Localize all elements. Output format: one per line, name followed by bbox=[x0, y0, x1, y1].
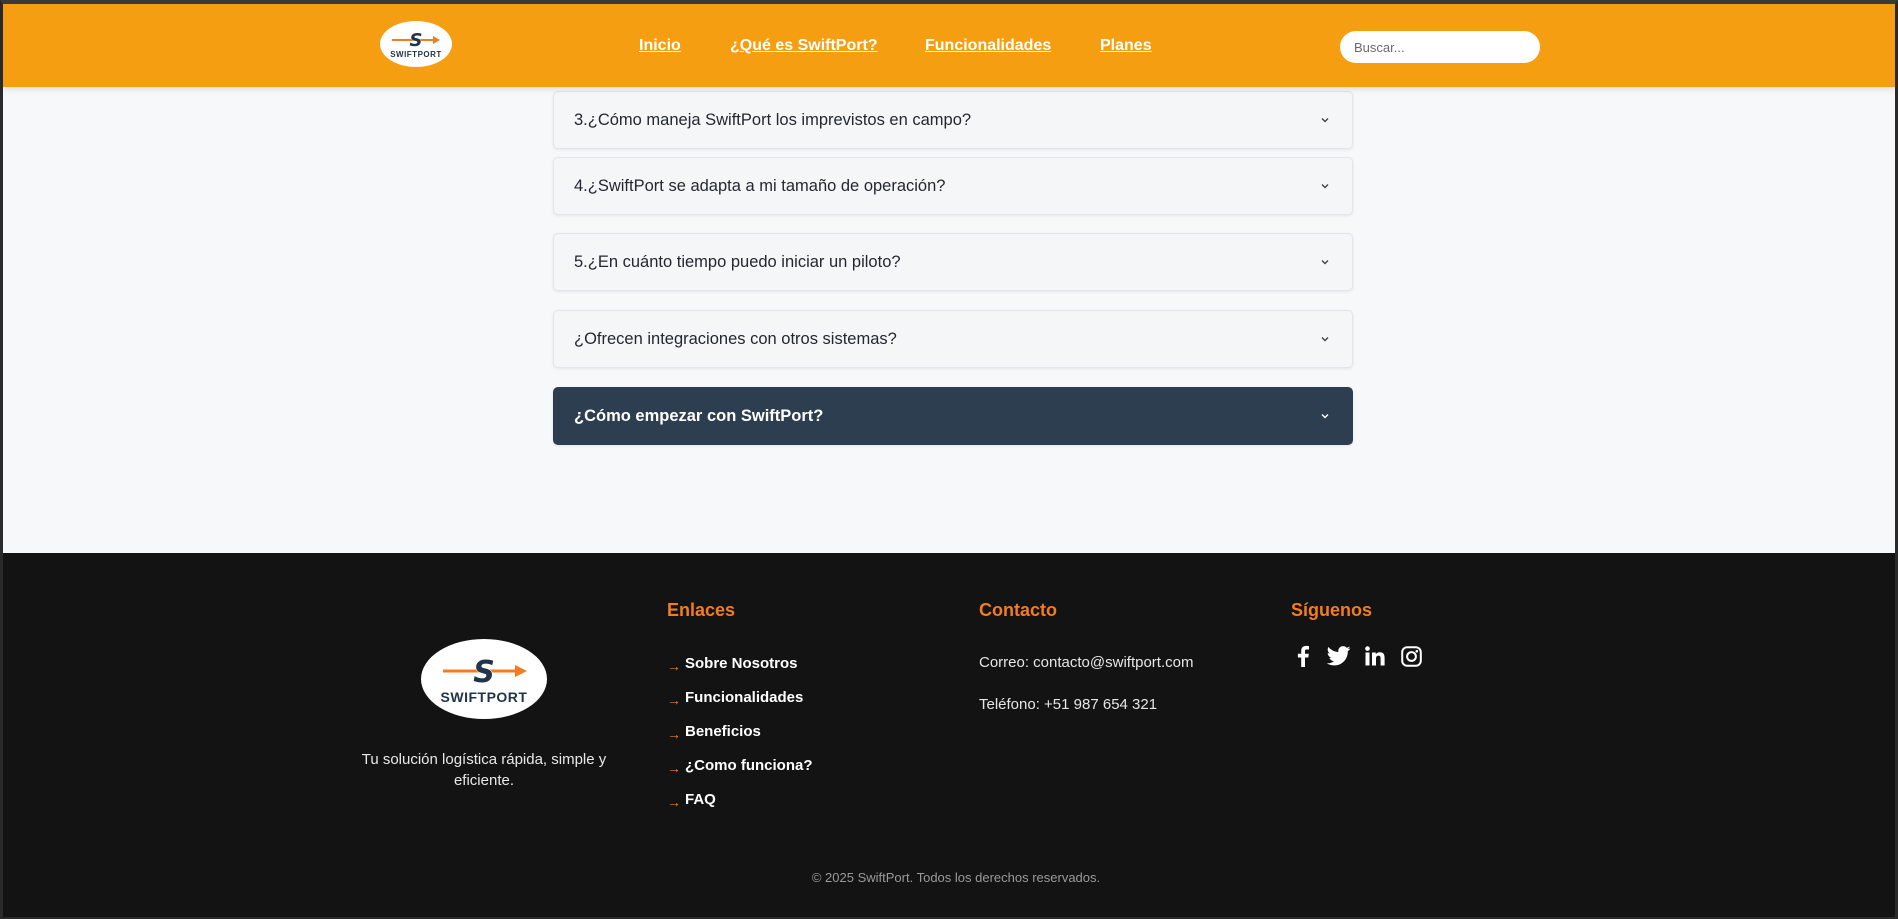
chevron-down-icon bbox=[1321, 260, 1329, 265]
footer-tagline: Tu solución logística rápida, simple y e… bbox=[361, 751, 607, 789]
contact-phone: Teléfono: +51 987 654 321 bbox=[979, 696, 1158, 713]
arrow-right-icon: → bbox=[667, 760, 681, 776]
logo-text: SWIFTPORT bbox=[440, 689, 528, 705]
logo-mark-icon: S bbox=[443, 655, 527, 689]
faq-item[interactable]: 3.¿Cómo maneja SwiftPort los imprevistos… bbox=[553, 91, 1353, 149]
faq-item[interactable]: 4.¿SwiftPort se adapta a mi tamaño de op… bbox=[553, 157, 1353, 215]
faq-item[interactable]: ¿Ofrecen integraciones con otros sistema… bbox=[553, 310, 1353, 368]
footer-link-item[interactable]: → FAQ bbox=[667, 791, 813, 825]
links-title: Enlaces bbox=[667, 600, 736, 620]
footer-link[interactable]: Sobre Nosotros bbox=[685, 655, 798, 672]
footer-link[interactable]: ¿Como funciona? bbox=[685, 757, 813, 774]
footer-link-item[interactable]: → Beneficios bbox=[667, 723, 813, 757]
contact-title: Contacto bbox=[979, 600, 1057, 620]
faq-question: ¿Cómo empezar con SwiftPort? bbox=[574, 406, 824, 425]
chevron-down-icon bbox=[1321, 337, 1329, 342]
faq-question: 5.¿En cuánto tiempo puedo iniciar un pil… bbox=[574, 252, 901, 271]
nav-link-planes[interactable]: Planes bbox=[1100, 37, 1152, 55]
faq-item-active[interactable]: ¿Cómo empezar con SwiftPort? bbox=[553, 387, 1353, 445]
faq-question: 4.¿SwiftPort se adapta a mi tamaño de op… bbox=[574, 176, 946, 195]
footer-link[interactable]: Beneficios bbox=[685, 723, 761, 740]
linkedin-icon[interactable] bbox=[1363, 644, 1387, 668]
svg-text:S: S bbox=[473, 655, 495, 689]
arrow-right-icon: → bbox=[667, 692, 681, 708]
nav-link-inicio[interactable]: Inicio bbox=[639, 37, 681, 55]
footer-link-item[interactable]: → Sobre Nosotros bbox=[667, 655, 813, 689]
search-input[interactable] bbox=[1340, 31, 1540, 63]
social-title: Síguenos bbox=[1291, 600, 1373, 620]
contact-email: Correo: contacto@swiftport.com bbox=[979, 654, 1194, 671]
footer-link-item[interactable]: → Funcionalidades bbox=[667, 689, 813, 723]
footer-link[interactable]: Funcionalidades bbox=[685, 689, 803, 706]
chevron-down-icon bbox=[1321, 414, 1329, 419]
main-nav: Inicio ¿Qué es SwiftPort? Funcionalidade… bbox=[3, 37, 1895, 61]
footer-logo[interactable]: S SWIFTPORT bbox=[421, 639, 547, 719]
copyright: © 2025 SwiftPort. Todos los derechos res… bbox=[811, 870, 1101, 885]
faq-section: 3.¿Cómo maneja SwiftPort los imprevistos… bbox=[3, 87, 1895, 553]
arrow-right-icon: → bbox=[667, 726, 681, 742]
footer-link-item[interactable]: → ¿Como funciona? bbox=[667, 757, 813, 791]
instagram-icon[interactable] bbox=[1399, 644, 1423, 668]
site-header: S SWIFTPORT Inicio ¿Qué es SwiftPort? Fu… bbox=[3, 4, 1895, 87]
arrow-right-icon: → bbox=[667, 658, 681, 674]
social-links bbox=[1291, 644, 1423, 668]
chevron-down-icon bbox=[1321, 184, 1329, 189]
chevron-down-icon bbox=[1321, 118, 1329, 123]
twitter-icon[interactable] bbox=[1327, 644, 1351, 668]
nav-link-funcionalidades[interactable]: Funcionalidades bbox=[925, 37, 1051, 55]
site-footer: S SWIFTPORT Tu solución logística rápida… bbox=[3, 553, 1895, 917]
faq-item[interactable]: 5.¿En cuánto tiempo puedo iniciar un pil… bbox=[553, 233, 1353, 291]
footer-links: → Sobre Nosotros → Funcionalidades → Benefi… bbox=[667, 655, 813, 825]
faq-question: 3.¿Cómo maneja SwiftPort los imprevistos… bbox=[574, 110, 972, 129]
faq-question: ¿Ofrecen integraciones con otros sistema… bbox=[574, 329, 897, 348]
footer-link[interactable]: FAQ bbox=[685, 791, 716, 808]
arrow-right-icon: → bbox=[667, 794, 681, 810]
facebook-icon[interactable] bbox=[1291, 644, 1315, 668]
nav-link-que-es[interactable]: ¿Qué es SwiftPort? bbox=[730, 37, 878, 55]
